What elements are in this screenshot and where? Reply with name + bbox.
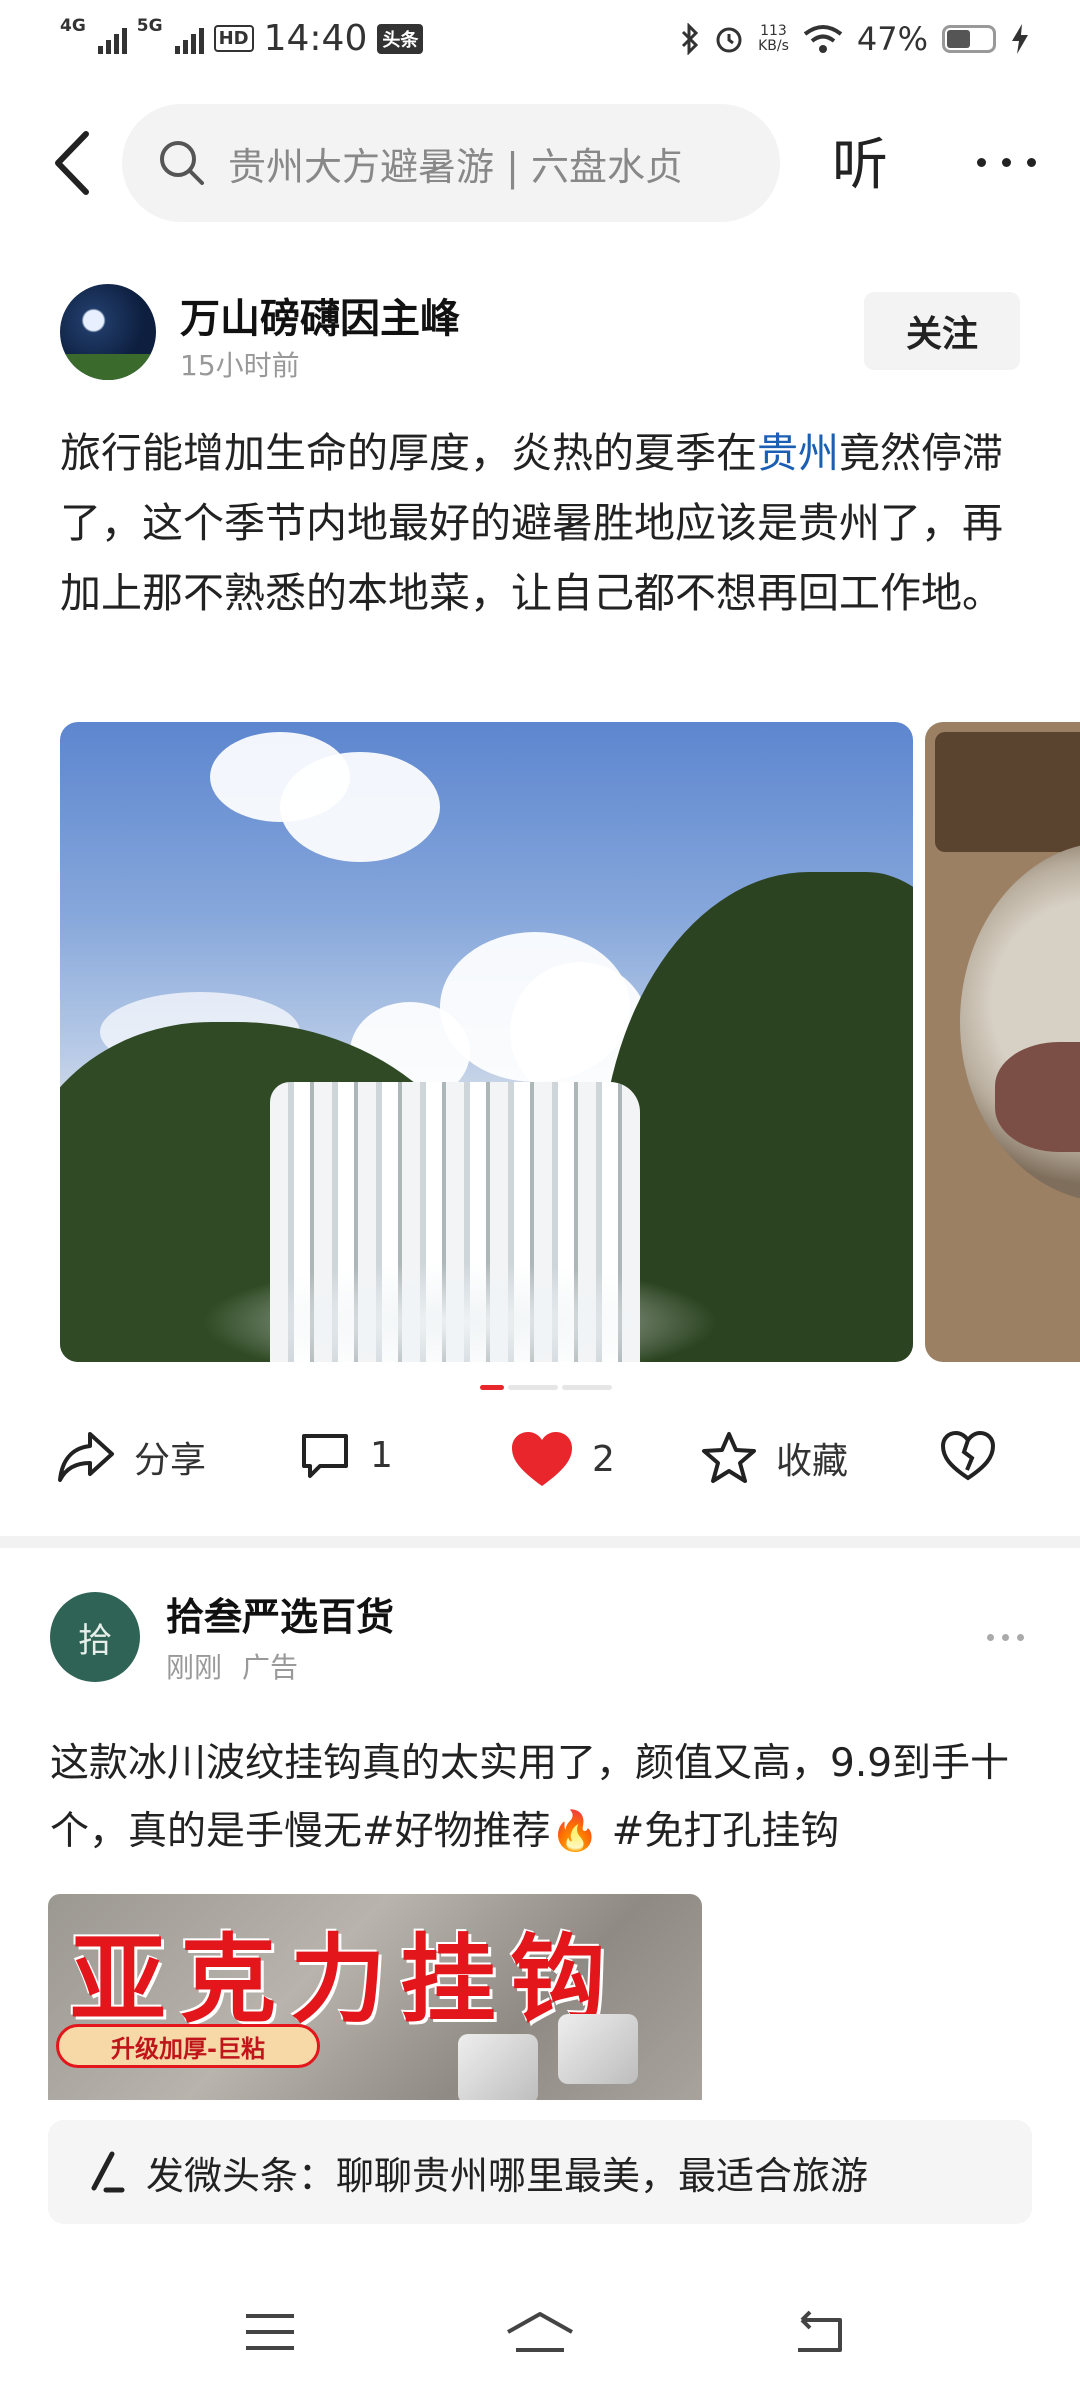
system-nav-bar	[0, 2290, 1080, 2400]
charging-icon	[1012, 24, 1028, 54]
post-author-header: 万山磅礴因主峰 15小时前 关注	[60, 284, 1020, 384]
hd-voice-icon: HD	[213, 25, 254, 52]
comment-count: 1	[370, 1434, 393, 1476]
advertiser-avatar[interactable]: 拾	[50, 1592, 140, 1682]
post-image-waterfall[interactable]	[60, 722, 913, 1362]
broken-heart-icon	[940, 1430, 996, 1481]
ad-product-image[interactable]: 亚克力挂钩 升级加厚-巨粘	[48, 1894, 702, 2100]
ad-author-header: 拾 拾叁严选百货 刚刚 广告	[50, 1586, 1030, 1696]
signal-4g-icon	[97, 24, 127, 54]
location-link[interactable]: 贵州	[757, 429, 839, 477]
pen-icon	[91, 2151, 125, 2193]
ad-text-main: 这款冰川波纹挂钩真的太实用了，颜值又高，9.9到手十个，真的是手慢无#好物推荐	[50, 1741, 1010, 1854]
comment-button[interactable]: 1	[298, 1430, 393, 1480]
advertiser-name[interactable]: 拾叁严选百货	[166, 1586, 394, 1641]
page-indicator-dot	[562, 1385, 612, 1390]
battery-icon	[942, 25, 996, 53]
post-action-bar: 分享 1 2 收藏	[0, 1418, 1080, 1508]
fire-icon: 🔥	[550, 1809, 600, 1854]
dislike-button[interactable]	[940, 1430, 996, 1482]
page-indicator-dot	[508, 1385, 558, 1390]
ad-more-icon[interactable]	[987, 1634, 1024, 1641]
ad-time: 刚刚	[166, 1651, 223, 1684]
post-text-start: 旅行能增加生命的厚度，炎热的夏季在	[60, 429, 757, 477]
share-label: 分享	[134, 1440, 207, 1481]
author-avatar[interactable]	[60, 284, 156, 380]
page-indicator-dot	[480, 1385, 504, 1390]
favorite-label: 收藏	[776, 1441, 849, 1482]
image-page-indicator	[480, 1385, 612, 1390]
clock: 14:40	[263, 18, 368, 59]
net-speed: 113 KB/s	[758, 24, 789, 54]
share-button[interactable]: 分享	[56, 1430, 206, 1484]
ad-meta: 刚刚 广告	[166, 1646, 298, 1686]
signal2-label: 5G	[136, 16, 163, 36]
ad-hashtag[interactable]: #免打孔挂钩	[599, 1809, 840, 1854]
post-body: 旅行能增加生命的厚度，炎热的夏季在贵州竟然停滞了，这个季节内地最好的避暑胜地应该…	[60, 418, 1020, 628]
author-name[interactable]: 万山磅礴因主峰	[180, 286, 460, 344]
like-button[interactable]: 2	[510, 1430, 615, 1488]
favorite-button[interactable]: 收藏	[700, 1430, 848, 1486]
home-icon[interactable]	[504, 2310, 576, 2356]
toutiao-notification-icon: 头条	[377, 23, 424, 54]
ad-image-title: 亚克力挂钩	[70, 1923, 620, 2036]
alarm-icon	[716, 27, 742, 53]
net-speed-value: 113	[760, 23, 787, 39]
signal-5g-icon	[174, 24, 204, 54]
feed-divider	[0, 1536, 1080, 1548]
post-image-noodles[interactable]	[925, 722, 1080, 1362]
wifi-icon	[803, 25, 843, 53]
compose-post-bar[interactable]: 发微头条：聊聊贵州哪里最美，最适合旅游	[48, 2120, 1032, 2224]
back-icon[interactable]	[48, 128, 96, 198]
bluetooth-icon	[682, 23, 699, 55]
ad-image-badge: 升级加厚-巨粘	[56, 2024, 320, 2068]
compose-prompt: 发微头条：聊聊贵州哪里最美，最适合旅游	[146, 2153, 869, 2198]
listen-button[interactable]: 听	[832, 120, 888, 201]
more-options-icon[interactable]	[977, 158, 1036, 167]
search-text: 贵州大方避暑游 | 六盘水贞	[228, 144, 683, 189]
status-bar: 4G 5G HD 14:40 头条 113 KB/s 47%	[0, 0, 1080, 84]
follow-button[interactable]: 关注	[864, 292, 1020, 370]
ad-body[interactable]: 这款冰川波纹挂钩真的太实用了，颜值又高，9.9到手十个，真的是手慢无#好物推荐🔥…	[50, 1730, 1030, 1866]
share-icon	[58, 1432, 114, 1482]
comment-icon	[302, 1434, 348, 1478]
battery-percent: 47%	[856, 20, 928, 58]
ad-label: 广告	[242, 1651, 299, 1684]
menu-icon[interactable]	[244, 2310, 296, 2354]
back-nav-icon[interactable]	[792, 2310, 848, 2356]
heart-filled-icon	[512, 1432, 572, 1486]
signal1-label: 4G	[60, 16, 86, 36]
search-icon	[160, 141, 204, 185]
post-time: 15小时前	[180, 349, 300, 382]
search-bar[interactable]: 贵州大方避暑游 | 六盘水贞	[122, 104, 780, 222]
like-count: 2	[592, 1438, 615, 1480]
header: 贵州大方避暑游 | 六盘水贞 听	[0, 98, 1080, 228]
star-icon	[702, 1432, 756, 1483]
net-speed-unit: KB/s	[758, 38, 789, 54]
